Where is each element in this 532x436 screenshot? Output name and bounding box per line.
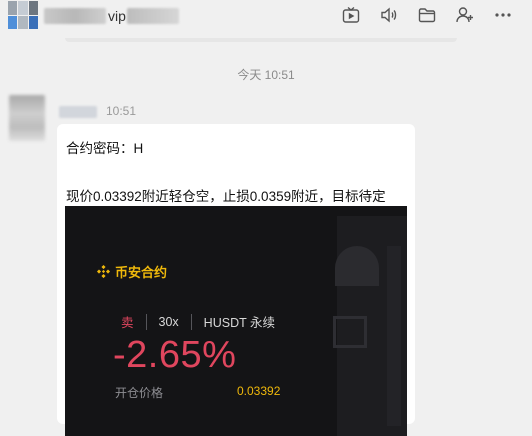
speaker-icon (381, 7, 397, 23)
message-line-trade: 现价0.03392附近轻仓空，止损0.0359附近，目标待定 (66, 189, 386, 204)
chat-header: vip (0, 0, 532, 40)
sender-name-redacted (59, 106, 97, 118)
pnl-percentage: -2.65% (113, 334, 237, 376)
message-line-password: 合约密码：H (66, 141, 144, 156)
add-user-icon (456, 7, 473, 23)
entry-price-label: 开仓价格 (115, 386, 164, 400)
group-avatar[interactable] (8, 1, 38, 29)
title-redacted-left (44, 8, 106, 24)
add-member-button[interactable] (446, 4, 484, 26)
header-toolbar (332, 4, 522, 26)
live-tv-icon (342, 6, 360, 23)
card-decoration (387, 246, 401, 426)
more-button[interactable] (484, 4, 522, 26)
entry-price-value: 0.03392 (237, 384, 281, 398)
message-time: 10:51 (106, 104, 137, 118)
card-decoration (335, 246, 379, 286)
more-icon (495, 13, 511, 17)
files-button[interactable] (408, 4, 446, 26)
card-decoration (333, 316, 367, 348)
position-info: 卖 30x HUSDT 永续 (121, 312, 275, 331)
brand-name: 币安合约 (115, 265, 168, 280)
voice-button[interactable] (370, 4, 408, 26)
separator (145, 313, 147, 330)
date-separator: 今天 10:51 (237, 68, 295, 82)
folder-icon (418, 8, 436, 23)
trading-pair: HUSDT 永续 (203, 316, 275, 330)
separator (190, 313, 192, 330)
title-redacted-right (126, 8, 179, 24)
leverage: 30x (158, 314, 179, 329)
binance-logo-icon (96, 264, 111, 279)
live-tv-button[interactable] (332, 4, 370, 26)
sender-avatar[interactable] (9, 95, 45, 141)
header-divider (65, 38, 457, 42)
message-bubble[interactable]: 合约密码：H 现价0.03392附近轻仓空，止损0.0359附近，目标待定 币安… (57, 124, 415, 436)
trade-share-image[interactable]: 币安合约 卖 30x HUSDT 永续 -2.65% 开仓价格 0.03392 (65, 206, 407, 436)
chat-title-text: vip (108, 8, 126, 24)
chat-title[interactable]: vip (44, 6, 179, 26)
position-side: 卖 (121, 316, 134, 330)
brand-header: 币安合约 (96, 262, 167, 281)
